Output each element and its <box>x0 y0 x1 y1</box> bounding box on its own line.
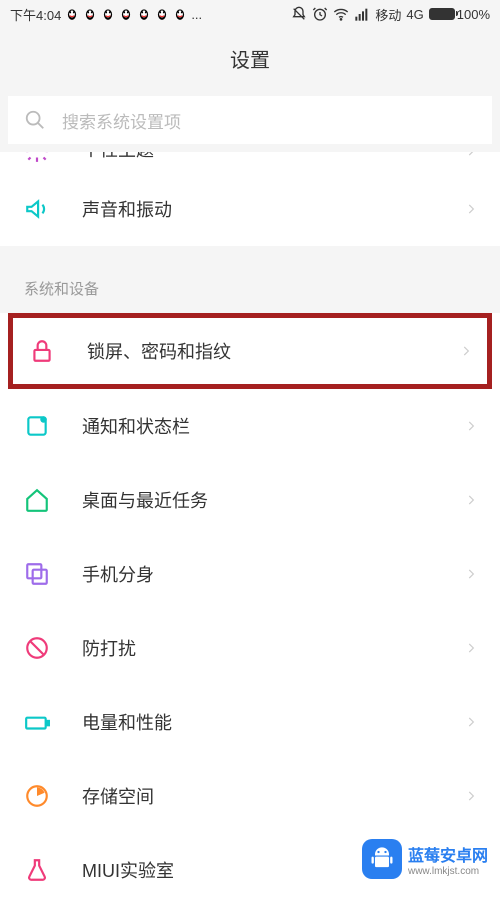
setting-label: 电量和性能 <box>82 709 172 735</box>
setting-label: 通知和状态栏 <box>82 413 190 439</box>
status-right: 移动 4G 100% <box>291 5 490 24</box>
status-bar: 下午4:04 ... 移动 4G 100% <box>0 0 500 28</box>
qq-icon <box>101 7 115 21</box>
notification-icon <box>24 413 50 439</box>
setting-row-lock[interactable]: 锁屏、密码和指纹 <box>13 318 487 384</box>
highlight-box: 锁屏、密码和指纹 <box>8 313 492 389</box>
settings-group-system: 锁屏、密码和指纹 通知和状态栏 桌面与最近任务 手机分身 防打扰 电量和性能 存… <box>0 313 500 907</box>
battery-indicator: 100% <box>429 7 490 22</box>
watermark-text: 蓝莓安卓网 www.lmkjst.com <box>408 842 488 877</box>
setting-label: 锁屏、密码和指纹 <box>87 338 231 364</box>
flask-icon <box>24 857 50 883</box>
theme-icon <box>24 152 50 164</box>
setting-label: 防打扰 <box>82 635 136 661</box>
setting-row-notification[interactable]: 通知和状态栏 <box>0 389 500 463</box>
alarm-icon <box>312 6 328 22</box>
chevron-right-icon <box>464 715 478 729</box>
watermark-sub: www.lmkjst.com <box>408 866 488 877</box>
chevron-right-icon <box>464 202 478 216</box>
setting-label: 个性主题 <box>82 152 154 162</box>
qq-icon <box>173 7 187 21</box>
carrier-label: 移动 <box>375 5 401 24</box>
status-dots: ... <box>191 7 202 22</box>
status-left: 下午4:04 ... <box>10 5 202 24</box>
home-icon <box>24 487 50 513</box>
search-icon <box>24 109 46 131</box>
setting-row-dnd[interactable]: 防打扰 <box>0 611 500 685</box>
storage-icon <box>24 783 50 809</box>
setting-label: 手机分身 <box>82 561 154 587</box>
setting-row-dual[interactable]: 手机分身 <box>0 537 500 611</box>
qq-icon <box>83 7 97 21</box>
watermark-main: 蓝莓安卓网 <box>408 842 488 866</box>
mute-icon <box>291 6 307 22</box>
qq-icon <box>119 7 133 21</box>
setting-row-home[interactable]: 桌面与最近任务 <box>0 463 500 537</box>
setting-label: 声音和振动 <box>82 196 172 222</box>
search-placeholder: 搜索系统设置项 <box>62 108 181 133</box>
chevron-right-icon <box>464 419 478 433</box>
chevron-right-icon <box>464 493 478 507</box>
settings-group-1: 个性主题 声音和振动 <box>0 152 500 246</box>
lock-icon <box>29 338 55 364</box>
setting-label: 存储空间 <box>82 783 154 809</box>
sound-icon <box>24 196 50 222</box>
dnd-icon <box>24 635 50 661</box>
status-time: 下午4:04 <box>10 5 61 24</box>
qq-icon <box>65 7 79 21</box>
search-box[interactable]: 搜索系统设置项 <box>8 96 492 144</box>
qq-icon <box>155 7 169 21</box>
battery-pct: 100% <box>457 7 490 22</box>
dual-icon <box>24 561 50 587</box>
page-header: 设置 <box>0 28 500 88</box>
watermark: 蓝莓安卓网 www.lmkjst.com <box>356 836 494 882</box>
setting-row-power[interactable]: 电量和性能 <box>0 685 500 759</box>
chevron-right-icon <box>464 641 478 655</box>
setting-row-theme-partial[interactable]: 个性主题 <box>0 152 500 172</box>
page-title: 设置 <box>230 44 270 73</box>
qq-icon <box>137 7 151 21</box>
chevron-right-icon <box>459 344 473 358</box>
section-header-system: 系统和设备 <box>0 260 500 313</box>
search-container: 搜索系统设置项 <box>0 88 500 152</box>
wifi-icon <box>333 6 349 22</box>
section-title: 系统和设备 <box>24 281 99 298</box>
chevron-right-icon <box>464 789 478 803</box>
setting-row-sound[interactable]: 声音和振动 <box>0 172 500 246</box>
network-label: 4G <box>406 7 423 22</box>
android-icon <box>362 839 402 879</box>
chevron-right-icon <box>464 152 478 158</box>
chevron-right-icon <box>464 567 478 581</box>
battery-icon <box>429 8 455 20</box>
battery-icon <box>24 709 50 735</box>
setting-label: 桌面与最近任务 <box>82 487 208 513</box>
signal-icon <box>354 6 370 22</box>
setting-row-storage[interactable]: 存储空间 <box>0 759 500 833</box>
setting-label: MIUI实验室 <box>82 857 174 883</box>
